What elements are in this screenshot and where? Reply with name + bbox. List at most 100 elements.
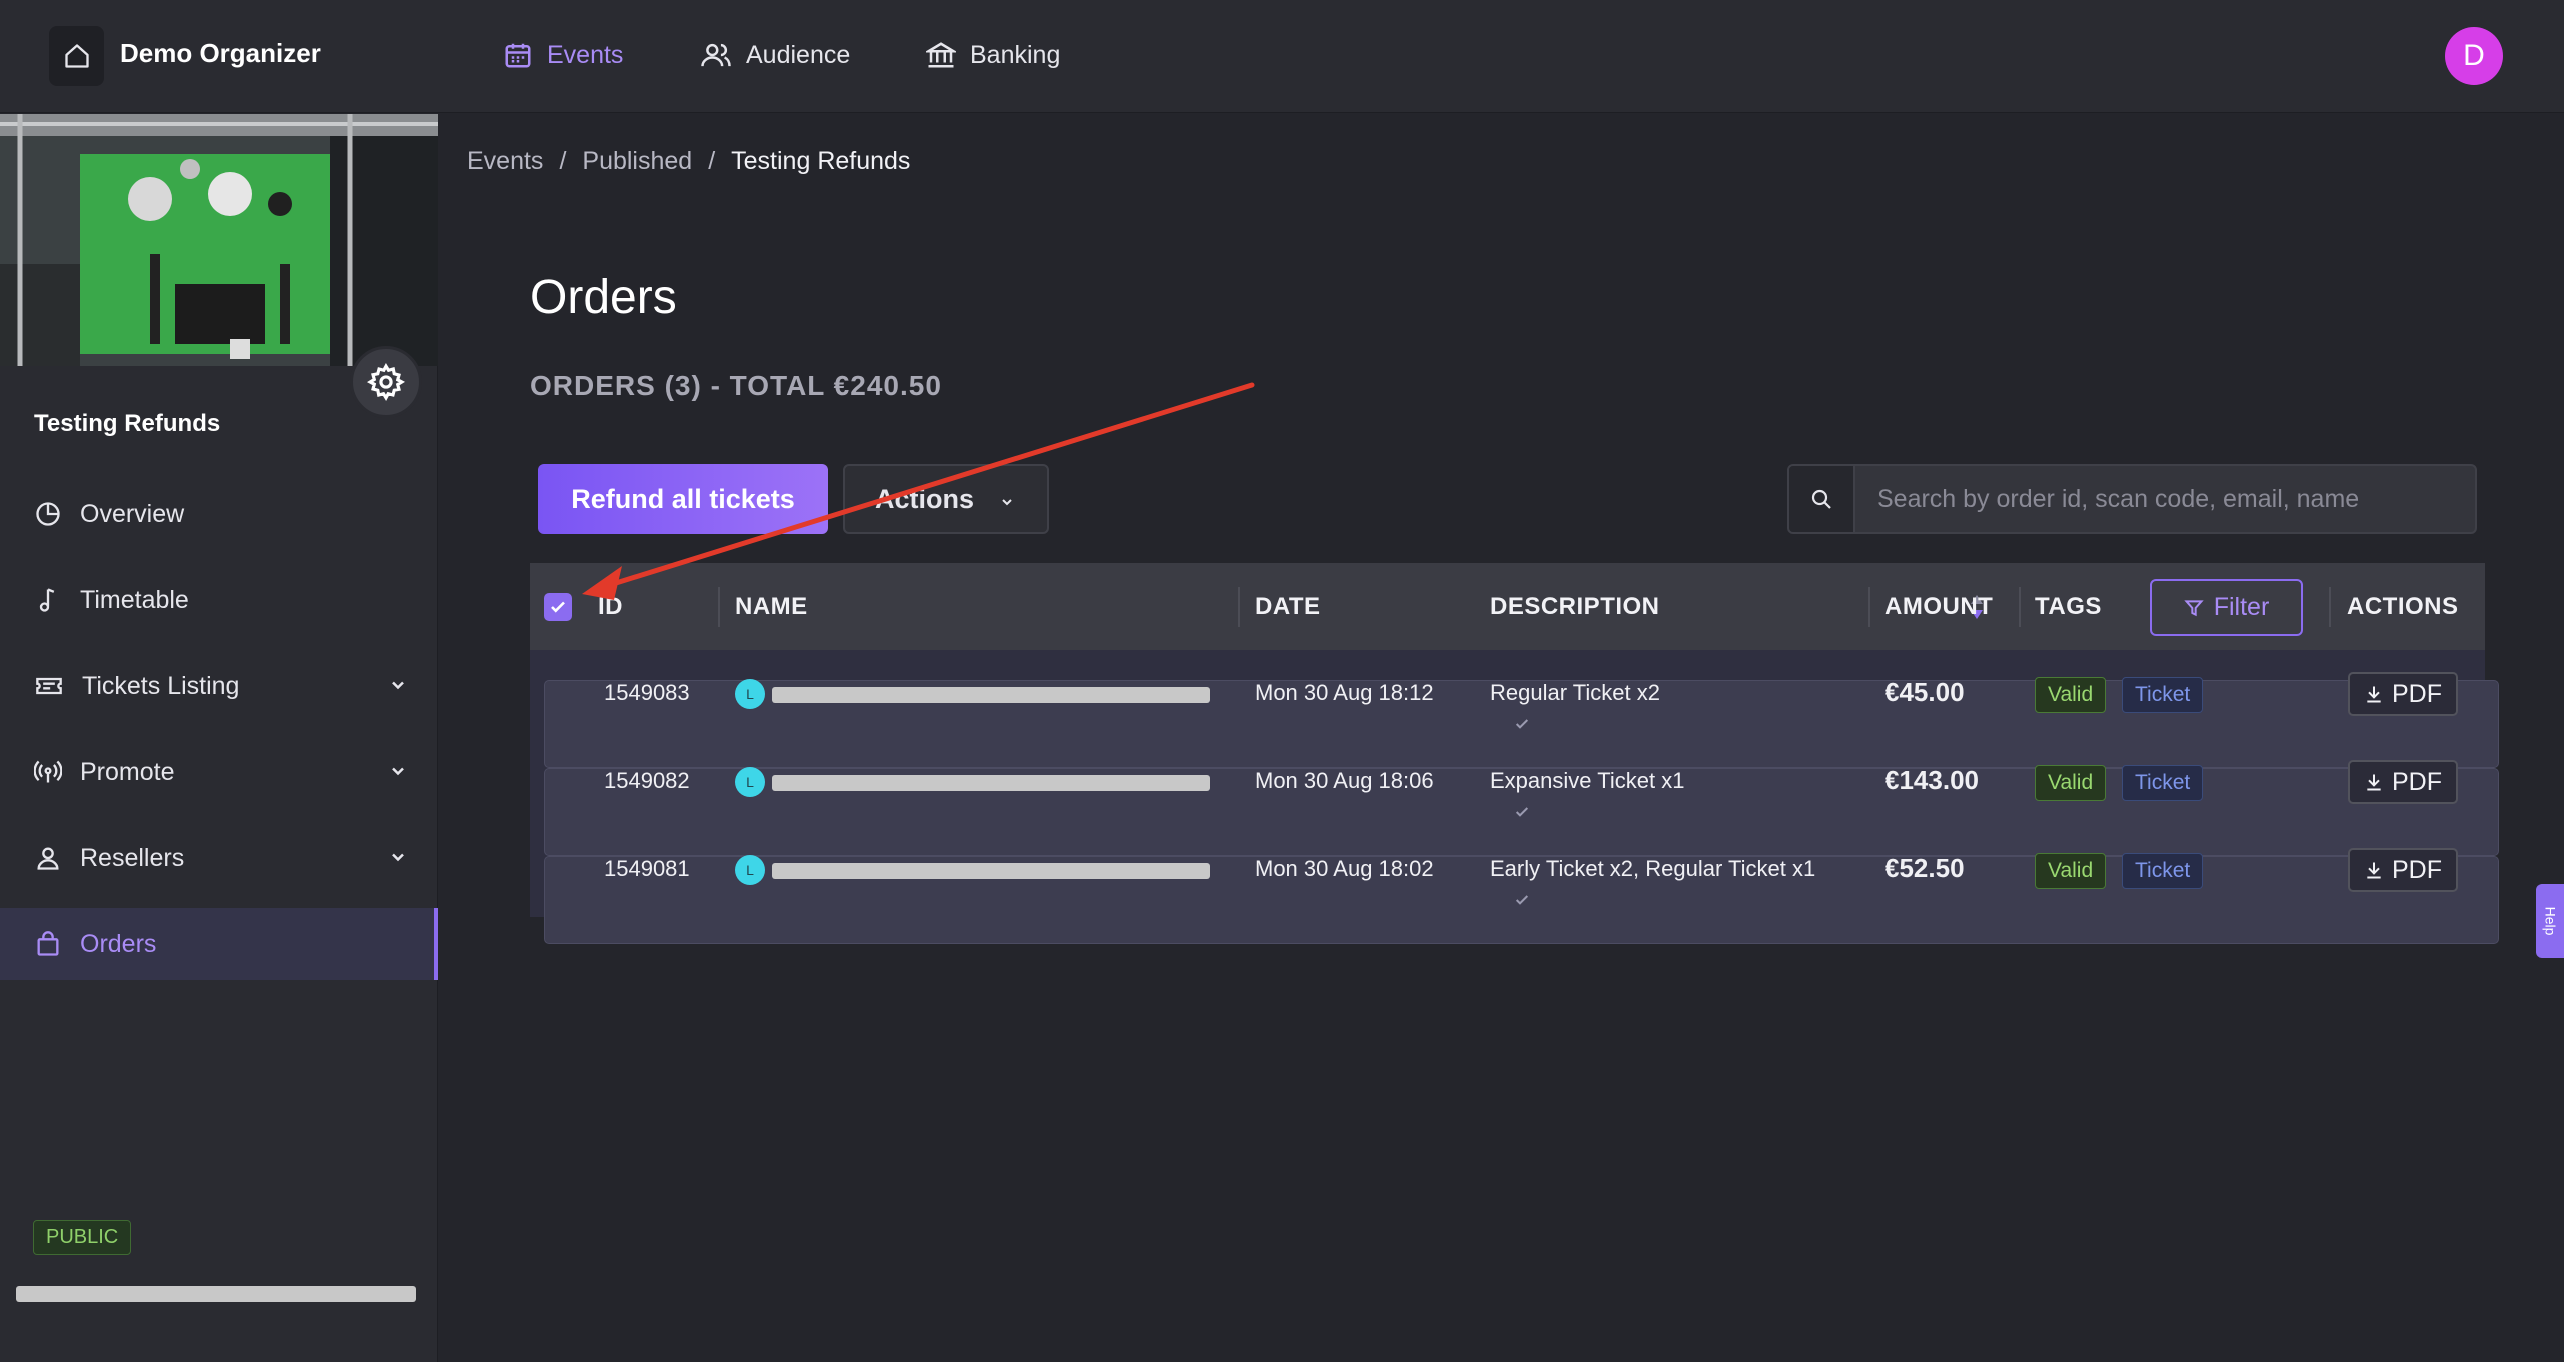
nav-events-label: Events: [547, 40, 624, 69]
breadcrumb-events[interactable]: Events: [467, 147, 543, 176]
chevron-down-icon: [1002, 499, 1012, 506]
download-icon: [2367, 862, 2381, 879]
tag-valid: Valid: [2035, 765, 2107, 801]
nav-audience[interactable]: Audience: [700, 35, 850, 75]
sidebar-item-resellers[interactable]: Resellers: [0, 822, 438, 894]
pdf-label: PDF: [2392, 855, 2442, 884]
column-header-name[interactable]: NAME: [735, 593, 808, 621]
column-header-id[interactable]: ID: [598, 593, 623, 621]
download-icon: [2367, 686, 2381, 703]
sidebar-item-overview[interactable]: Overview: [0, 478, 438, 550]
order-description: Regular Ticket x2: [1490, 680, 1660, 705]
filter-button-label: Filter: [2213, 593, 2270, 621]
event-settings-button[interactable]: [350, 346, 422, 418]
tag-ticket: Ticket: [2122, 853, 2204, 889]
column-header-description[interactable]: DESCRIPTION: [1490, 593, 1660, 621]
column-divider: [2019, 587, 2021, 627]
check-icon: [1515, 895, 1528, 905]
select-all-checkbox[interactable]: [544, 593, 572, 621]
order-date: Mon 30 Aug 18:06: [1255, 768, 1434, 793]
gear-icon: [367, 363, 405, 401]
column-header-tags[interactable]: TAGS: [2035, 593, 2102, 621]
home-button[interactable]: [49, 26, 104, 86]
public-status-badge: PUBLIC: [33, 1220, 132, 1255]
tag-ticket: Ticket: [2122, 677, 2204, 713]
breadcrumb-published[interactable]: Published: [582, 147, 692, 176]
nav-banking-label: Banking: [970, 40, 1061, 69]
chevron-down-icon: [392, 681, 404, 690]
download-icon: [2367, 774, 2381, 791]
music-note-icon: [39, 588, 55, 612]
check-icon: [1515, 807, 1528, 817]
search-input[interactable]: [1857, 466, 2475, 532]
order-id[interactable]: 1549081: [604, 856, 690, 882]
nav-banking[interactable]: Banking: [926, 35, 1060, 75]
breadcrumb: Events / Published / Testing Refunds: [467, 147, 910, 176]
breadcrumb-separator: /: [559, 147, 567, 175]
table-row[interactable]: 1549083 L Mon 30 Aug 18:12 Regular Ticke…: [530, 650, 2499, 768]
order-amount: €52.50: [1885, 853, 1965, 883]
nav-events[interactable]: Events: [503, 35, 623, 75]
calendar-icon: [505, 43, 531, 68]
event-cover-image: [0, 114, 438, 366]
bank-icon: [926, 42, 956, 68]
users-icon: [701, 43, 731, 67]
home-icon: [64, 44, 89, 68]
event-name: Testing Refunds: [34, 410, 221, 437]
sidebar-item-tickets-listing[interactable]: Tickets Listing: [0, 650, 438, 722]
search-icon: [1789, 466, 1855, 532]
customer-avatar: L: [735, 767, 765, 797]
orders-summary: ORDERS (3) - TOTAL €240.50: [530, 370, 942, 401]
pie-chart-icon: [36, 502, 60, 526]
sidebar-item-label: Promote: [80, 757, 175, 786]
ticket-icon: [36, 677, 62, 695]
sidebar-item-label: Resellers: [80, 843, 185, 872]
tag-ticket: Ticket: [2122, 765, 2204, 801]
order-description: Expansive Ticket x1: [1490, 768, 1685, 793]
column-header-amount[interactable]: AMOUNT: [1885, 593, 1993, 621]
actions-dropdown[interactable]: Actions: [843, 464, 1049, 534]
pdf-label: PDF: [2392, 767, 2442, 796]
download-pdf-button[interactable]: PDF: [2348, 672, 2458, 716]
chevron-down-icon: [392, 853, 404, 862]
order-amount: €45.00: [1885, 677, 1965, 707]
sidebar-item-timetable[interactable]: Timetable: [0, 564, 438, 636]
user-badge-icon: [37, 847, 59, 870]
breadcrumb-separator: /: [708, 147, 716, 175]
tag-valid: Valid: [2035, 853, 2107, 889]
user-avatar[interactable]: D: [2445, 27, 2503, 85]
sidebar-item-orders[interactable]: Orders: [0, 908, 438, 980]
table-row[interactable]: 1549081 L Mon 30 Aug 18:02 Early Ticket …: [530, 826, 2499, 944]
order-id[interactable]: 1549082: [604, 768, 690, 794]
sidebar-item-promote[interactable]: Promote: [0, 736, 438, 808]
table-row[interactable]: 1549082 L Mon 30 Aug 18:06 Expansive Tic…: [530, 738, 2499, 856]
breadcrumb-current: Testing Refunds: [731, 147, 911, 175]
organizer-name[interactable]: Demo Organizer: [120, 38, 321, 69]
download-pdf-button[interactable]: PDF: [2348, 760, 2458, 804]
chevron-down-icon: [392, 767, 404, 776]
sidebar-item-label: Timetable: [80, 585, 189, 614]
nav-audience-label: Audience: [746, 40, 851, 69]
filter-icon: [2184, 599, 2204, 616]
column-header-date[interactable]: DATE: [1255, 593, 1321, 621]
download-pdf-button[interactable]: PDF: [2348, 848, 2458, 892]
column-divider: [1238, 587, 1240, 627]
pdf-label: PDF: [2392, 679, 2442, 708]
customer-avatar: L: [735, 679, 765, 709]
page-title: Orders: [530, 271, 677, 324]
sidebar-item-label: Overview: [80, 499, 185, 528]
tag-valid: Valid: [2035, 677, 2107, 713]
order-id[interactable]: 1549083: [604, 680, 690, 706]
orders-table: ID NAME DATE DESCRIPTION AMOUNT TAGS Fil…: [530, 563, 2499, 944]
redacted-event-url[interactable]: [16, 1286, 416, 1302]
filter-button[interactable]: Filter: [2150, 579, 2303, 636]
broadcast-icon: [34, 760, 62, 783]
redacted-customer-name: [772, 687, 1210, 703]
help-tab[interactable]: Help: [2536, 884, 2564, 958]
refund-all-tickets-button[interactable]: Refund all tickets: [538, 464, 828, 534]
customer-avatar: L: [735, 855, 765, 885]
help-tab-label: Help: [2542, 906, 2559, 936]
actions-dropdown-label: Actions: [875, 483, 975, 514]
top-navbar: Demo Organizer Events Audience Banking D: [0, 0, 2564, 113]
table-header: ID NAME DATE DESCRIPTION AMOUNT TAGS Fil…: [530, 563, 2485, 650]
